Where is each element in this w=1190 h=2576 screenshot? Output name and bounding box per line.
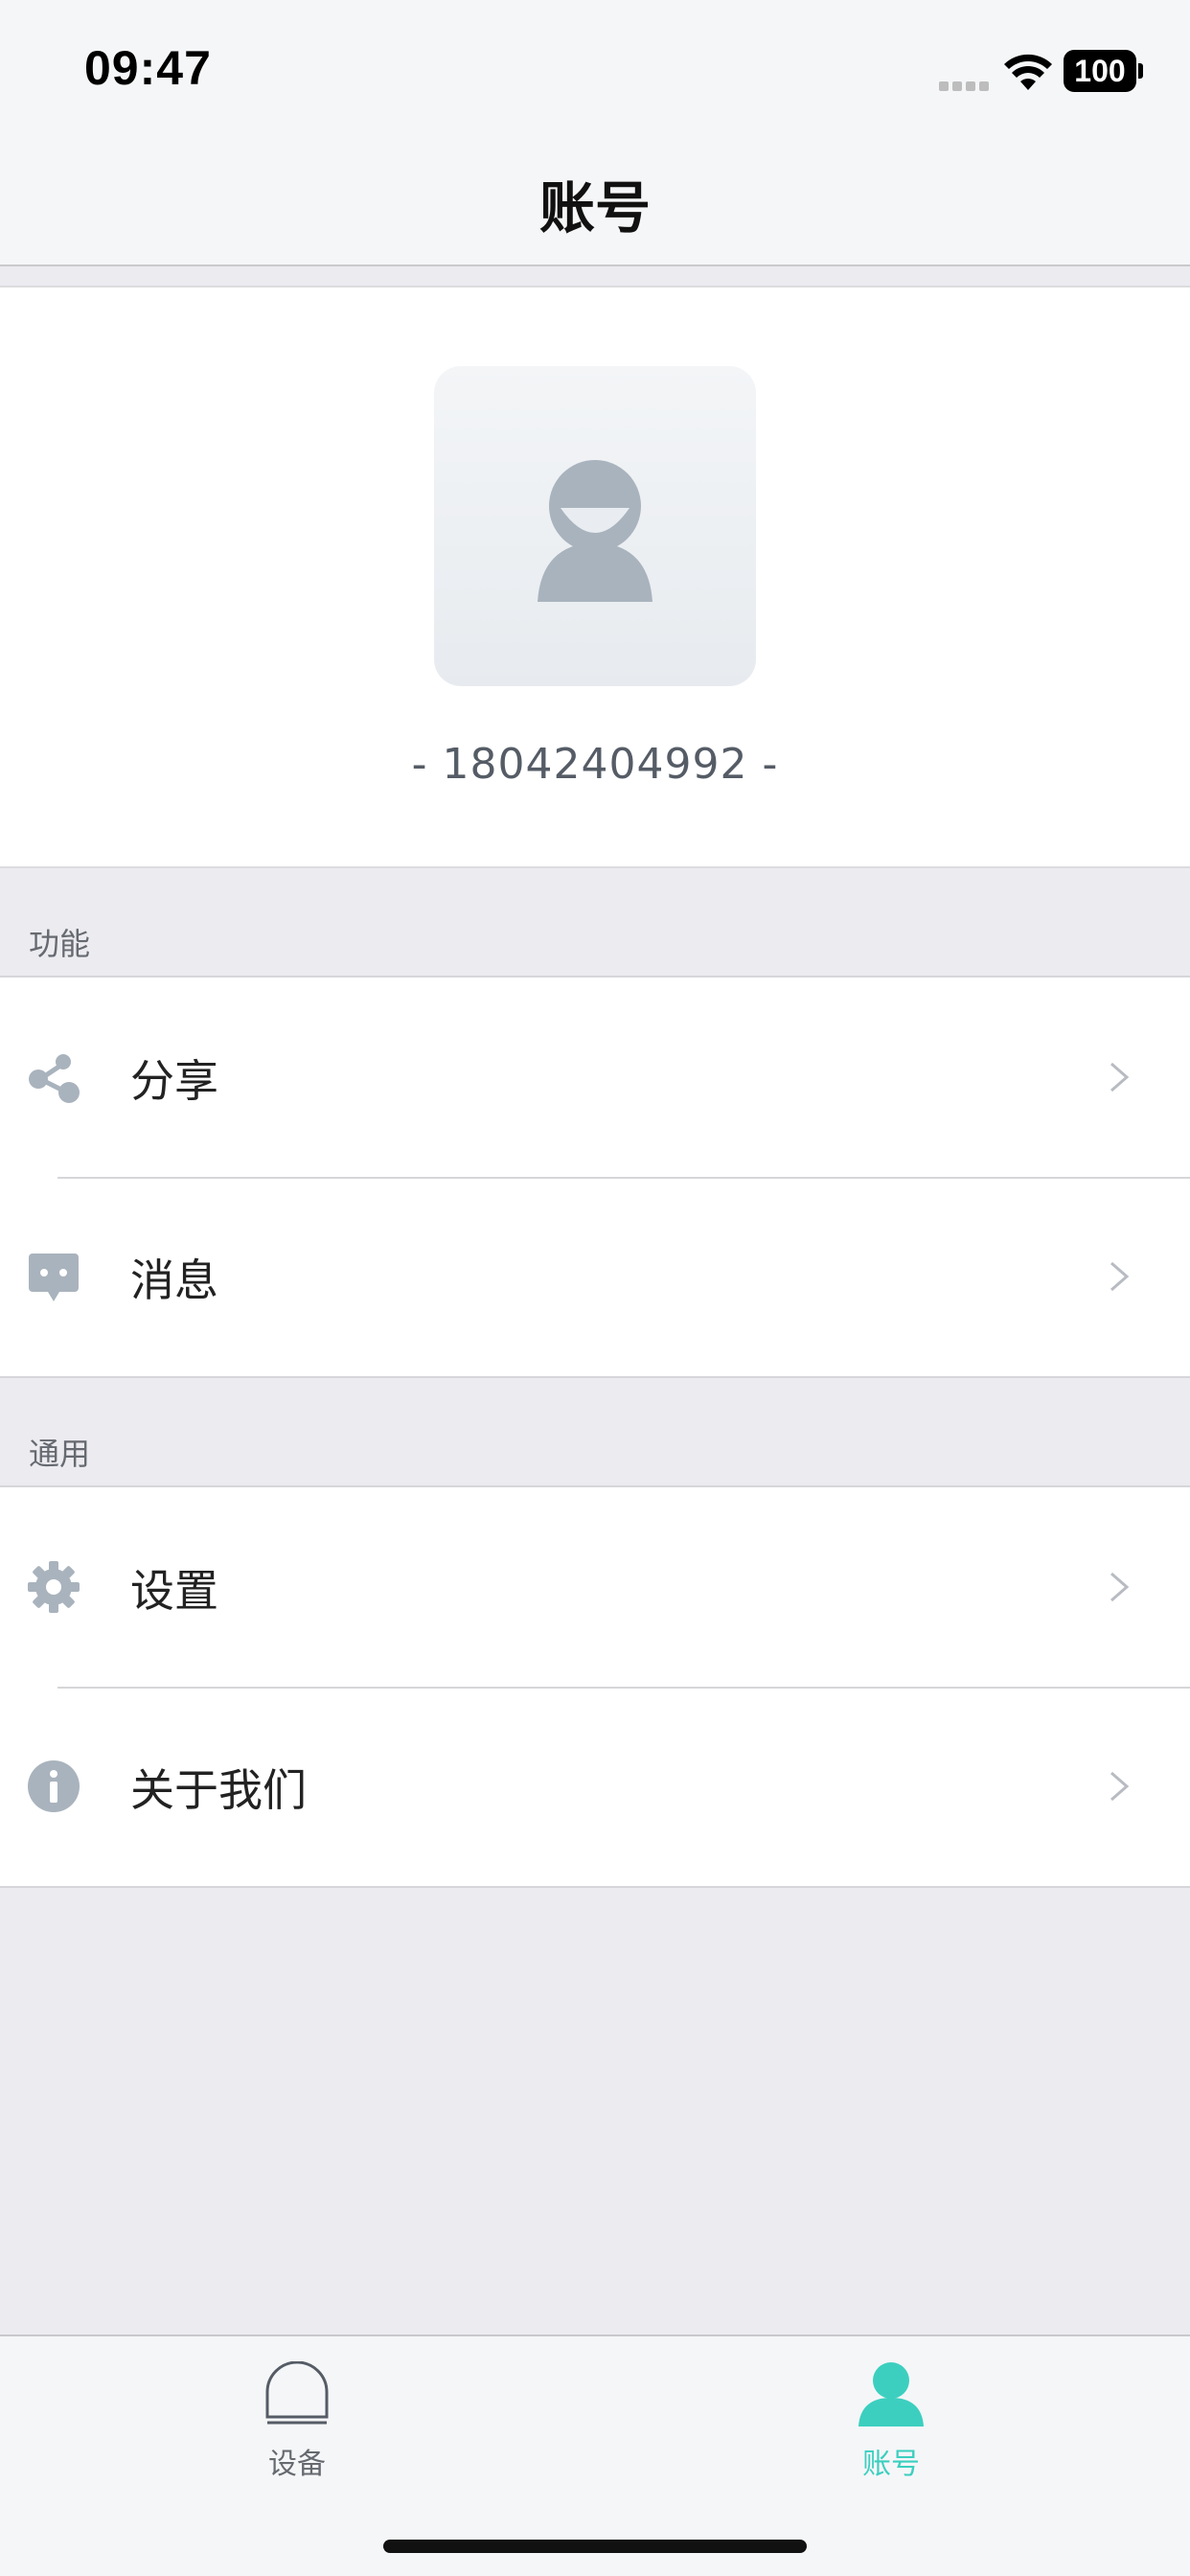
chevron-right-icon — [1110, 1771, 1130, 1802]
home-indicator[interactable] — [383, 2540, 807, 2553]
section-header-label: 通用 — [29, 1436, 91, 1472]
person-icon — [858, 2362, 924, 2426]
battery-tip — [1138, 63, 1143, 79]
battery-icon: 100 — [1064, 50, 1136, 92]
profile-card: - 18042404992 - — [0, 286, 1190, 868]
chevron-right-icon — [1110, 1261, 1130, 1292]
account-screen: 09:47 100 账号 - 18042404992 - 功能 分享 消息 通用… — [0, 0, 1190, 2576]
section-header-features: 功能 — [0, 868, 1190, 978]
list-item-label: 分享 — [130, 1055, 218, 1107]
page-title: 账号 — [538, 175, 651, 241]
status-time: 09:47 — [84, 41, 212, 95]
default-avatar-icon — [538, 460, 652, 602]
wifi-icon — [1004, 54, 1052, 90]
chevron-right-icon — [1110, 1572, 1130, 1602]
tab-label: 设备 — [268, 2448, 326, 2481]
list-item-label: 消息 — [130, 1254, 218, 1306]
list-item-share[interactable]: 分享 — [0, 978, 1190, 1177]
tab-label: 账号 — [862, 2448, 920, 2481]
features-group: 分享 消息 — [0, 976, 1190, 1378]
account-phone-number: - 18042404992 - — [411, 740, 779, 789]
list-item-settings[interactable]: 设置 — [0, 1487, 1190, 1687]
list-item-label: 关于我们 — [130, 1764, 307, 1816]
navigation-bar: 账号 — [0, 134, 1190, 266]
section-header-general: 通用 — [0, 1378, 1190, 1487]
avatar[interactable] — [434, 366, 756, 686]
list-item-messages[interactable]: 消息 — [0, 1177, 1190, 1376]
chevron-right-icon — [1110, 1062, 1130, 1092]
section-header-label: 功能 — [29, 926, 91, 962]
share-icon — [29, 1054, 80, 1103]
status-bar: 09:47 100 — [0, 0, 1190, 134]
tab-account[interactable]: 账号 — [747, 2336, 1035, 2490]
gear-icon — [28, 1561, 80, 1613]
general-group: 设置 关于我们 — [0, 1485, 1190, 1888]
tab-devices[interactable]: 设备 — [153, 2336, 441, 2490]
message-icon — [29, 1254, 79, 1301]
info-icon — [28, 1760, 80, 1812]
list-item-about-us[interactable]: 关于我们 — [0, 1687, 1190, 1886]
cellular-signal-icon — [939, 77, 993, 91]
list-item-label: 设置 — [130, 1565, 218, 1617]
device-dome-icon — [265, 2361, 329, 2425]
